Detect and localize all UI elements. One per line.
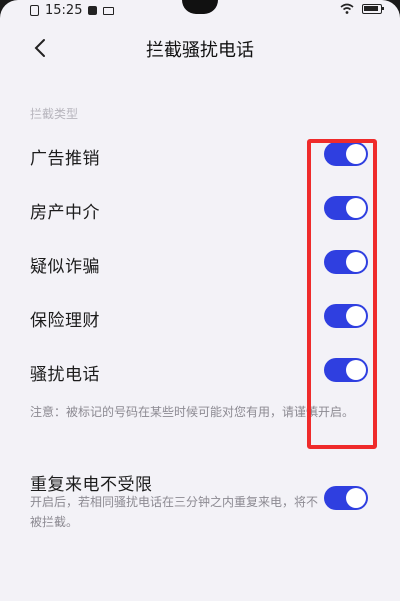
section-label: 拦截类型 xyxy=(30,107,79,121)
status-time: 15:25 xyxy=(45,3,83,18)
mail-icon xyxy=(103,6,115,15)
battery-icon xyxy=(362,4,384,14)
repeat-call-description: 开启后，若相同骚扰电话在三分钟之内重复来电，将不被拦截。 xyxy=(30,495,319,529)
phone-screen: 15:25 拦截骚扰电话 拦截类型 广告推销 房产中介 疑似诈骗 保险理财 骚扰… xyxy=(0,0,400,601)
status-bar: 15:25 xyxy=(0,0,400,22)
category-label: 疑似诈骗 xyxy=(30,257,100,277)
category-label: 保险理财 xyxy=(30,311,100,331)
page-title: 拦截骚扰电话 xyxy=(146,40,254,61)
category-label: 房产中介 xyxy=(30,203,100,223)
highlight-annotation-box xyxy=(307,139,377,449)
category-label: 骚扰电话 xyxy=(30,365,100,385)
wifi-icon xyxy=(340,3,354,15)
status-right xyxy=(340,3,384,15)
notification-icon xyxy=(88,6,98,15)
toggle-knob xyxy=(346,488,366,508)
app-bar: 拦截骚扰电话 xyxy=(0,28,400,68)
repeat-call-toggle[interactable] xyxy=(324,486,368,510)
sim-card-icon xyxy=(30,5,39,16)
status-left: 15:25 xyxy=(30,3,115,18)
category-label: 广告推销 xyxy=(30,149,100,169)
